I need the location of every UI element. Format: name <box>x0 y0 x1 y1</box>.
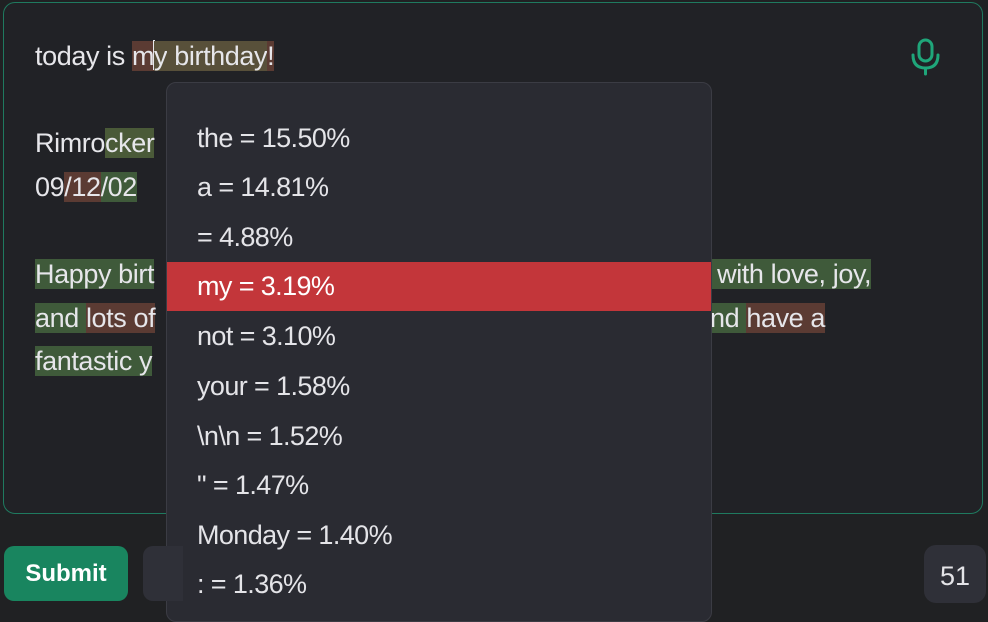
dropdown-option[interactable]: \n\n = 1.52% <box>167 412 711 461</box>
token-count-badge: 51 <box>924 545 986 603</box>
token: today is <box>35 41 132 71</box>
token: lots of <box>85 303 156 333</box>
dropdown-option[interactable]: Monday = 1.40% <box>167 511 711 560</box>
text-line-4: Happy birt <box>35 257 154 291</box>
microphone-icon[interactable] <box>908 37 944 77</box>
dropdown-option-selected[interactable]: my = 3.19% <box>167 262 711 311</box>
text-line-4-right: with love, joy, <box>710 257 872 291</box>
text-line-2: Rimrocker <box>35 126 155 160</box>
token: have a <box>746 303 826 333</box>
token: /02 <box>100 172 137 202</box>
text-line-6: fantastic y <box>35 344 153 378</box>
token: fantastic y <box>35 346 153 376</box>
dropdown-option[interactable]: : = 1.36% <box>167 560 711 609</box>
submit-button[interactable]: Submit <box>4 546 128 601</box>
token: m <box>131 41 155 71</box>
token: 09 <box>35 172 65 202</box>
text-line-5: and lots of <box>35 301 156 335</box>
dropdown-option[interactable]: a = 14.81% <box>167 163 711 212</box>
token: y <box>154 41 168 71</box>
text-line-3: 09/12/02 <box>35 170 137 204</box>
dropdown-option[interactable]: = 4.88% <box>167 213 711 262</box>
token: birthday <box>167 41 268 71</box>
token: /12 <box>64 172 101 202</box>
text-line-5-right: nd have a <box>710 301 825 335</box>
secondary-button[interactable] <box>143 546 183 601</box>
token: with love, joy, <box>710 259 872 289</box>
text-line-1: today is my birthday! <box>35 39 275 73</box>
token: ! <box>267 41 275 71</box>
token: nd <box>710 303 747 333</box>
token: Rimro <box>35 128 105 158</box>
dropdown-option[interactable]: " = 1.47% <box>167 461 711 510</box>
token: Happy birt <box>35 259 155 289</box>
token: cker <box>105 128 155 158</box>
dropdown-option[interactable]: your = 1.58% <box>167 362 711 411</box>
dropdown-option[interactable]: the = 15.50% <box>167 114 711 163</box>
token-probability-dropdown: the = 15.50% a = 14.81% = 4.88% my = 3.1… <box>166 82 712 622</box>
token: and <box>35 303 86 333</box>
dropdown-option[interactable]: not = 3.10% <box>167 312 711 361</box>
